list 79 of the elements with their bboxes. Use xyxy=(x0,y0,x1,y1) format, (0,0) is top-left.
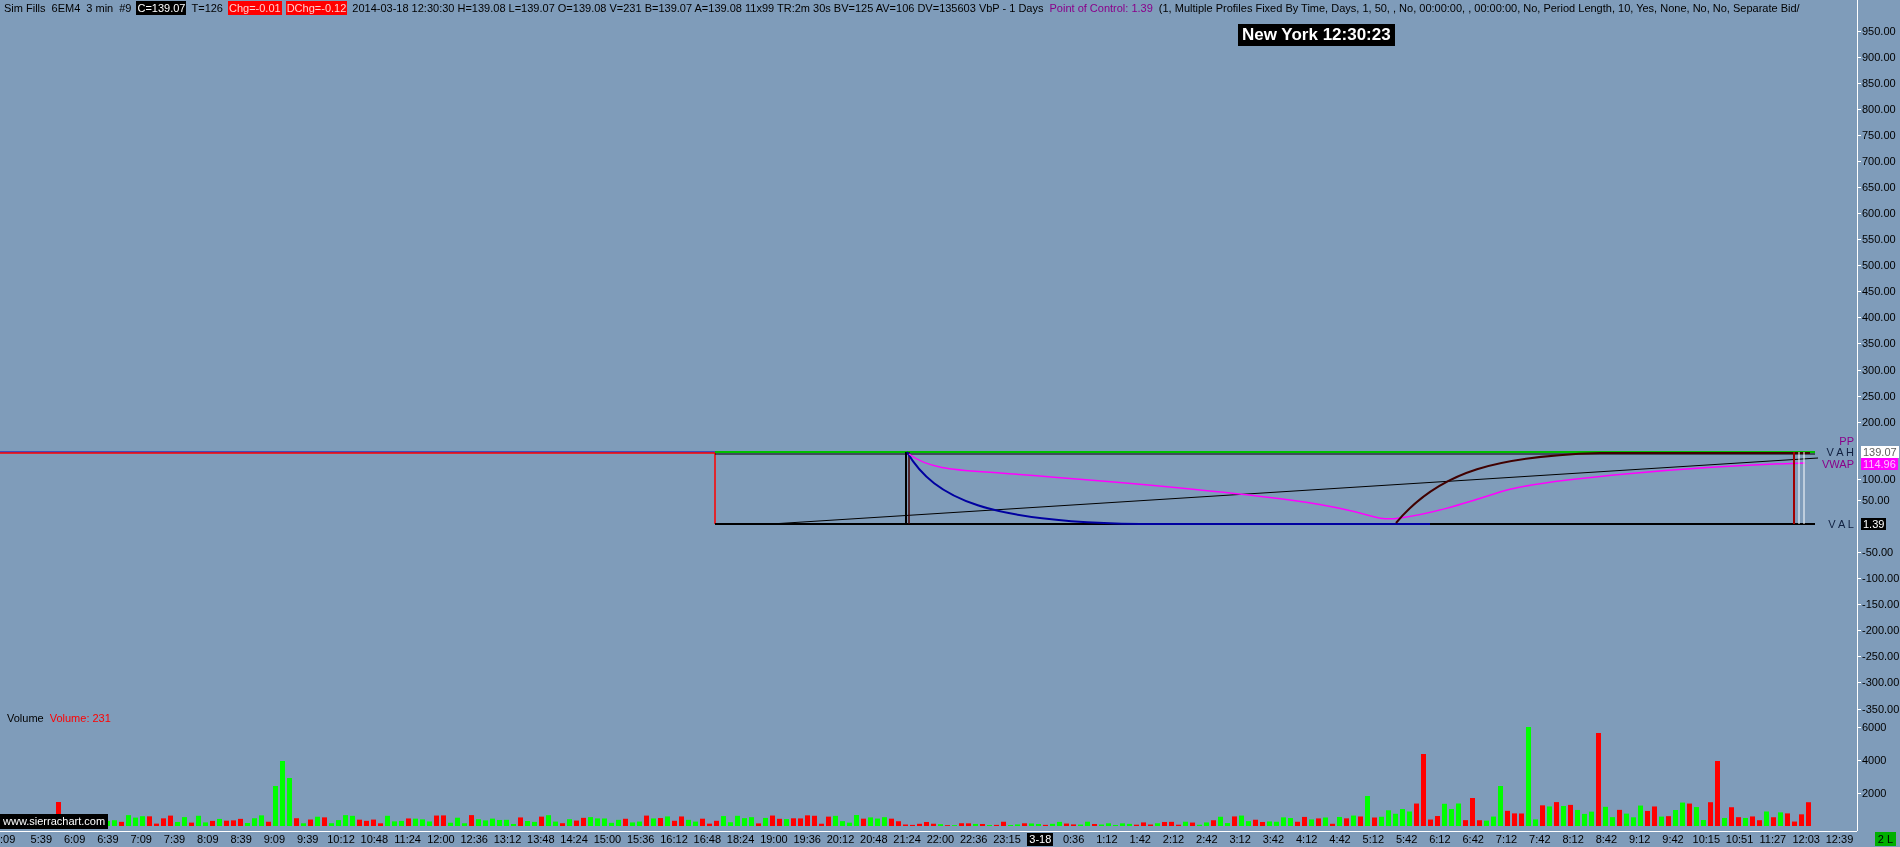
axis-label: 7:12 xyxy=(1495,833,1518,846)
axis-label: 22:36 xyxy=(959,833,988,846)
axis-label: 8:09 xyxy=(197,833,219,846)
axis-label: 10:51 xyxy=(1725,833,1754,846)
axis-label: 10:12 xyxy=(327,833,355,846)
axis-label: 15:36 xyxy=(626,833,655,846)
axis-label: 12:36 xyxy=(460,833,488,846)
axis-label: 11:27 xyxy=(1759,833,1787,846)
axis-label: 9:39 xyxy=(297,833,319,846)
price-marker: 1.39 xyxy=(1861,518,1887,530)
axis-label: 12:00 xyxy=(427,833,455,846)
axis-label: 23:15 xyxy=(993,833,1021,846)
price-badge: C=139.07 xyxy=(136,1,187,15)
axis-label: 9:12 xyxy=(1629,833,1651,846)
axis-label: 21:24 xyxy=(893,833,921,846)
study-marker-label: V A H xyxy=(1826,446,1854,458)
axis-label: 4:42 xyxy=(1329,833,1351,846)
axis-label: 11:24 xyxy=(394,833,421,846)
axis-label: 14:24 xyxy=(560,833,588,846)
axis-label: 2:42 xyxy=(1196,833,1218,846)
axis-label: 7:42 xyxy=(1529,833,1551,846)
header-text: Sim Fills xyxy=(3,1,47,15)
header-text: T=126 xyxy=(190,1,224,15)
axis-label: 8:42 xyxy=(1595,833,1618,846)
header-text: 6EM4 xyxy=(50,1,82,15)
axis-label: 6:39 xyxy=(97,833,119,846)
axis-label: 1:12 xyxy=(1096,833,1118,846)
study-marker-label: V A L xyxy=(1828,518,1854,530)
axis-label: 16:12 xyxy=(660,833,688,846)
volume-reading: Volume: 231 xyxy=(49,712,111,724)
axis-label: 8:12 xyxy=(1562,833,1584,846)
axis-label: 9:09 xyxy=(263,833,286,846)
axis-label: 5:39 xyxy=(30,833,52,846)
header-text: (1, Multiple Profiles Fixed By Time, Days, 1, 50, , No, 00:00:00, , 00:00:00, No, Period Length, 10, Yes, None, No, No, Separate Bid/ xyxy=(1157,1,1801,15)
axis-label: 2:12 xyxy=(1162,833,1185,846)
axis-label: 19:00 xyxy=(760,833,788,846)
clock-label: New York 12:30:23 xyxy=(1238,24,1395,46)
axis-label: 7:09 xyxy=(130,833,152,846)
axis-label: 20:12 xyxy=(826,833,855,846)
axis-label: 3:12 xyxy=(1229,833,1251,846)
study-marker-label: PP xyxy=(1839,435,1854,447)
axis-label: 12:03 xyxy=(1792,833,1820,846)
axis-label: 20:48 xyxy=(860,833,888,846)
axis-label: 12:39 xyxy=(1825,833,1854,846)
price-marker: 114.96 xyxy=(1861,458,1898,470)
axis-label: 6:42 xyxy=(1462,833,1484,846)
axis-label: 15:00 xyxy=(593,833,622,846)
axis-label: 22:00 xyxy=(926,833,955,846)
header-text: #9 xyxy=(118,1,133,15)
axis-label: 13:12 xyxy=(493,833,522,846)
header-text: 2014-03-18 12:30:30 H=139.08 L=139.07 O=139.08 V=231 B=139.07 A=139.08 11x99 TR:2m 30s BV=125 AV=106 DV=135603 VbP - 1 Days xyxy=(351,1,1045,15)
axis-label: 10:48 xyxy=(360,833,389,846)
axis-label: 4:12 xyxy=(1296,833,1318,846)
axis-label: 7:39 xyxy=(163,833,186,846)
axis-label: 5:12 xyxy=(1362,833,1384,846)
watermark-label: www.sierrachart.com xyxy=(0,814,109,829)
axis-label: 8:39 xyxy=(230,833,252,846)
study-label: Point of Control: 1.39 xyxy=(1048,1,1154,15)
axis-label: 6:12 xyxy=(1429,833,1451,846)
axis-label: 16:48 xyxy=(693,833,722,846)
axis-label: 5:42 xyxy=(1395,833,1418,846)
volume-title: Volume xyxy=(7,712,44,724)
status-badge: 2 L xyxy=(1874,832,1896,846)
study-marker-label: VWAP xyxy=(1822,458,1854,470)
axis-label: 10:15 xyxy=(1692,833,1721,846)
axis-label: 6:09 xyxy=(63,833,86,846)
axis-label: 1:42 xyxy=(1129,833,1151,846)
axis-label: 19:36 xyxy=(793,833,821,846)
price-marker: 139.07 xyxy=(1861,446,1899,458)
change-badge: DChg=-0.12 xyxy=(285,1,348,15)
axis-label: :09 xyxy=(0,833,16,846)
axis-label: 18:24 xyxy=(726,833,755,846)
axis-label: 3:42 xyxy=(1262,833,1285,846)
axis-label: 0:36 xyxy=(1062,833,1085,846)
axis-label: 9:42 xyxy=(1662,833,1684,846)
header-text: 3 min xyxy=(85,1,115,15)
change-badge: Chg=-0.01 xyxy=(228,1,282,15)
date-label: 3-18 xyxy=(1027,833,1054,846)
axis-label: 13:48 xyxy=(527,833,555,846)
